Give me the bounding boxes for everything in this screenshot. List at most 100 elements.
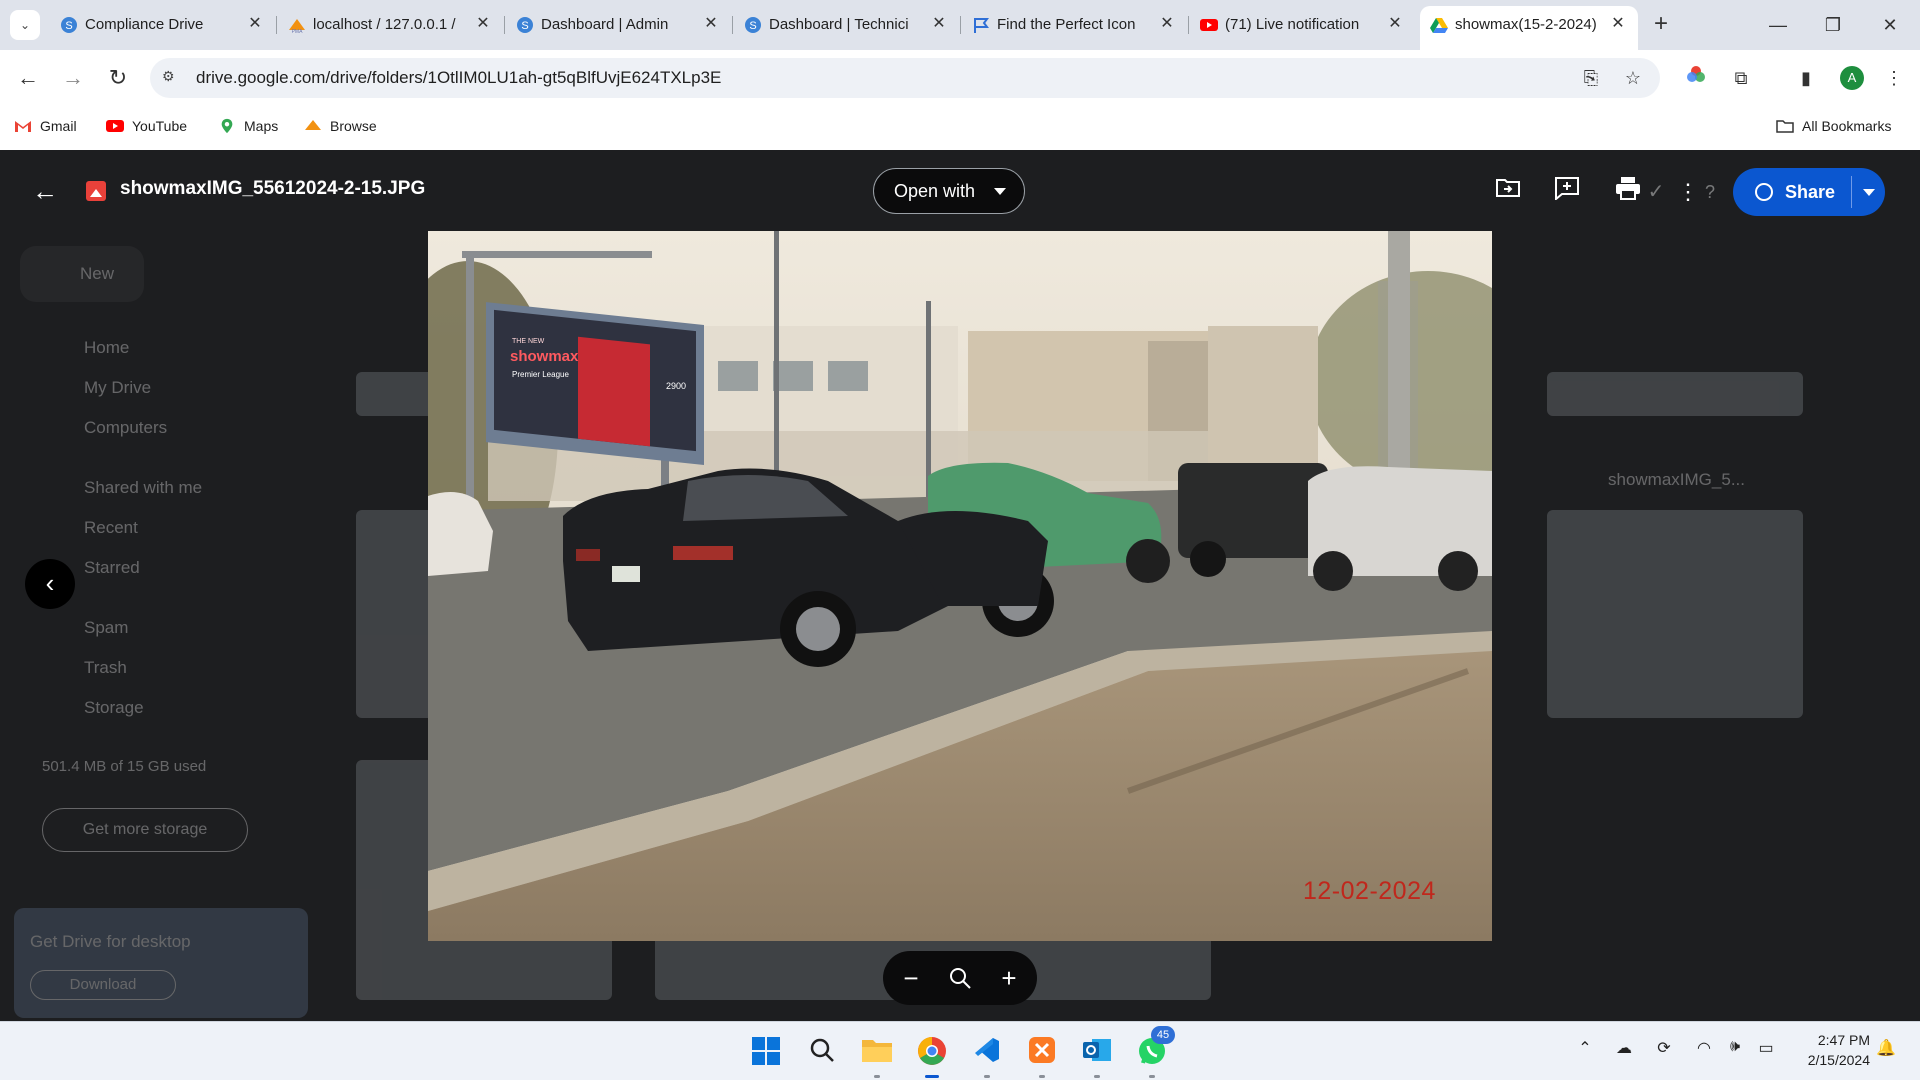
background-nav-computers: Computers — [84, 418, 168, 437]
move-to-folder-icon[interactable] — [1492, 176, 1524, 208]
volume-icon[interactable]: 🕪 — [1723, 1038, 1747, 1062]
vscode-icon[interactable] — [971, 1036, 1003, 1078]
tab-compliance-drive[interactable]: S Compliance Drive ✕ — [50, 8, 277, 42]
clock-time: 2:47 PM — [1817, 1032, 1870, 1048]
chrome-taskbar-icon[interactable] — [916, 1036, 948, 1078]
billboard-brand: showmax — [510, 348, 579, 365]
share-label: Share — [1785, 182, 1836, 202]
chrome-menu-icon[interactable]: ⋮ — [1880, 64, 1908, 92]
background-banner-title: Get Drive for desktop — [30, 932, 191, 951]
new-tab-button[interactable]: + — [1648, 12, 1674, 38]
youtube-icon — [1200, 19, 1218, 31]
open-with-button[interactable]: Open with — [873, 168, 1025, 214]
close-icon[interactable]: ✕ — [1385, 14, 1405, 34]
all-bookmarks[interactable]: All Bookmarks — [1776, 118, 1891, 134]
share-button[interactable]: Share — [1733, 168, 1885, 216]
url-text: drive.google.com/drive/folders/1OtlIM0LU… — [196, 68, 722, 87]
close-icon[interactable]: ✕ — [1608, 14, 1628, 34]
notification-bell-icon[interactable]: 🔔 — [1874, 1038, 1898, 1062]
bookmark-gmail[interactable]: Gmail — [14, 118, 77, 134]
background-card-title: showmaxIMG_5... — [1608, 470, 1745, 489]
offline-check-icon: ✓ — [1647, 181, 1665, 203]
tab-title: Find the Perfect Icon — [997, 16, 1136, 33]
bookmark-youtube[interactable]: YouTube — [106, 118, 187, 134]
tab-search-button[interactable]: ⌄ — [10, 10, 40, 40]
background-nav-shared: Shared with me — [84, 478, 203, 497]
profile-avatar[interactable]: A — [1840, 66, 1864, 90]
photo-preview: THE NEW showmax Premier League 2900 12-0… — [428, 231, 1492, 941]
onedrive-error-icon[interactable]: ☁ — [1612, 1038, 1636, 1062]
background-get-storage: Get more storage — [42, 808, 248, 852]
xampp-icon[interactable] — [1026, 1036, 1058, 1078]
close-icon[interactable]: ✕ — [245, 14, 265, 34]
printer-svg — [1616, 177, 1640, 200]
install-app-icon[interactable]: ⎘ — [1580, 68, 1602, 90]
address-bar[interactable]: ⚙ drive.google.com/drive/folders/1OtlIM0… — [150, 58, 1660, 98]
extensions-puzzle-icon[interactable]: ⧉ — [1727, 64, 1755, 92]
close-viewer-back-icon[interactable]: ← — [30, 176, 60, 206]
close-icon[interactable]: ✕ — [1157, 14, 1177, 34]
close-icon[interactable]: ✕ — [701, 14, 721, 34]
tab-title: Compliance Drive — [85, 16, 204, 33]
tab-find-icon[interactable]: Find the Perfect Icon ✕ — [962, 8, 1189, 42]
forward-icon[interactable]: → — [58, 63, 88, 93]
bookmark-star-icon[interactable]: ☆ — [1622, 68, 1644, 90]
outlook-icon[interactable] — [1081, 1036, 1113, 1078]
clock-date: 2/15/2024 — [1807, 1052, 1870, 1068]
windows-start-icon[interactable] — [750, 1036, 782, 1068]
tab-dashboard-admin[interactable]: S Dashboard | Admin ✕ — [506, 8, 733, 42]
close-icon[interactable]: ✕ — [929, 14, 949, 34]
reload-icon[interactable]: ↻ — [103, 63, 133, 93]
share-dropdown-caret-icon[interactable] — [1863, 189, 1875, 196]
side-panel-icon[interactable]: ▮ — [1792, 64, 1820, 92]
street-photo: THE NEW showmax Premier League 2900 — [428, 231, 1492, 941]
blue-s-icon: S — [517, 17, 533, 33]
extension-color-icon[interactable] — [1682, 64, 1710, 92]
caret-down-icon — [994, 188, 1006, 195]
background-thumb — [1547, 510, 1803, 718]
bookmark-browse[interactable]: Browse — [304, 118, 377, 134]
tab-title: localhost / 127.0.0.1 / — [313, 16, 456, 33]
tab-title: Dashboard | Technici — [769, 16, 909, 33]
xampp-logo-svg — [1029, 1037, 1055, 1063]
previous-file-chevron-icon[interactable]: ‹ — [25, 559, 75, 609]
site-settings-icon[interactable]: ⚙ — [162, 68, 182, 88]
all-bookmarks-label: All Bookmarks — [1802, 118, 1892, 134]
background-thumb — [1547, 372, 1803, 416]
zoom-in-icon[interactable]: + — [993, 962, 1025, 994]
magnifier-svg — [950, 968, 971, 989]
bookmark-maps[interactable]: Maps — [218, 118, 278, 134]
tab-showmax-drive[interactable]: showmax(15-2-2024) ✕ — [1420, 6, 1638, 50]
tab-localhost[interactable]: PMA localhost / 127.0.0.1 / ✕ — [278, 8, 505, 42]
tab-live-notification[interactable]: (71) Live notification ✕ — [1190, 8, 1415, 42]
taskbar-search-svg — [810, 1038, 834, 1062]
help-icon: ? — [1704, 182, 1715, 202]
flag-icon — [974, 18, 989, 33]
close-icon[interactable]: ✕ — [473, 14, 493, 34]
bookmark-label: YouTube — [132, 118, 188, 134]
bookmark-label: Gmail — [40, 118, 77, 134]
search-icon[interactable] — [806, 1036, 838, 1068]
browser-toolbar: ← → ↻ ⚙ drive.google.com/drive/folders/1… — [0, 50, 1920, 106]
close-window-button[interactable]: ✕ — [1870, 10, 1910, 40]
back-icon[interactable]: ← — [13, 63, 43, 93]
tab-dashboard-technician[interactable]: S Dashboard | Technici ✕ — [734, 8, 961, 42]
background-nav-my-drive: My Drive — [84, 378, 152, 397]
restore-button[interactable]: ❐ — [1813, 10, 1853, 40]
photo-date-stamp: 12-02-2024 — [1303, 877, 1436, 905]
zoom-out-icon[interactable]: − — [895, 962, 927, 994]
minimize-button[interactable]: — — [1758, 10, 1798, 40]
add-comment-icon[interactable] — [1551, 176, 1583, 208]
file-explorer-icon[interactable] — [861, 1036, 893, 1078]
billboard-price: 2900 — [666, 381, 686, 391]
background-new-button: New — [20, 246, 144, 302]
show-hidden-icons-chevron-icon[interactable]: ⌃ — [1573, 1038, 1597, 1062]
system-clock[interactable]: 2:47 PM 2/15/2024 — [1770, 1030, 1870, 1070]
blue-s-icon: S — [61, 17, 77, 33]
svg-text:S: S — [749, 20, 756, 32]
tab-separator — [276, 16, 277, 34]
wifi-icon[interactable]: ◠ — [1692, 1038, 1716, 1062]
sync-icon[interactable]: ⟳ — [1652, 1038, 1676, 1062]
zoom-magnifier-icon[interactable] — [944, 962, 976, 994]
tab-separator — [504, 16, 505, 34]
